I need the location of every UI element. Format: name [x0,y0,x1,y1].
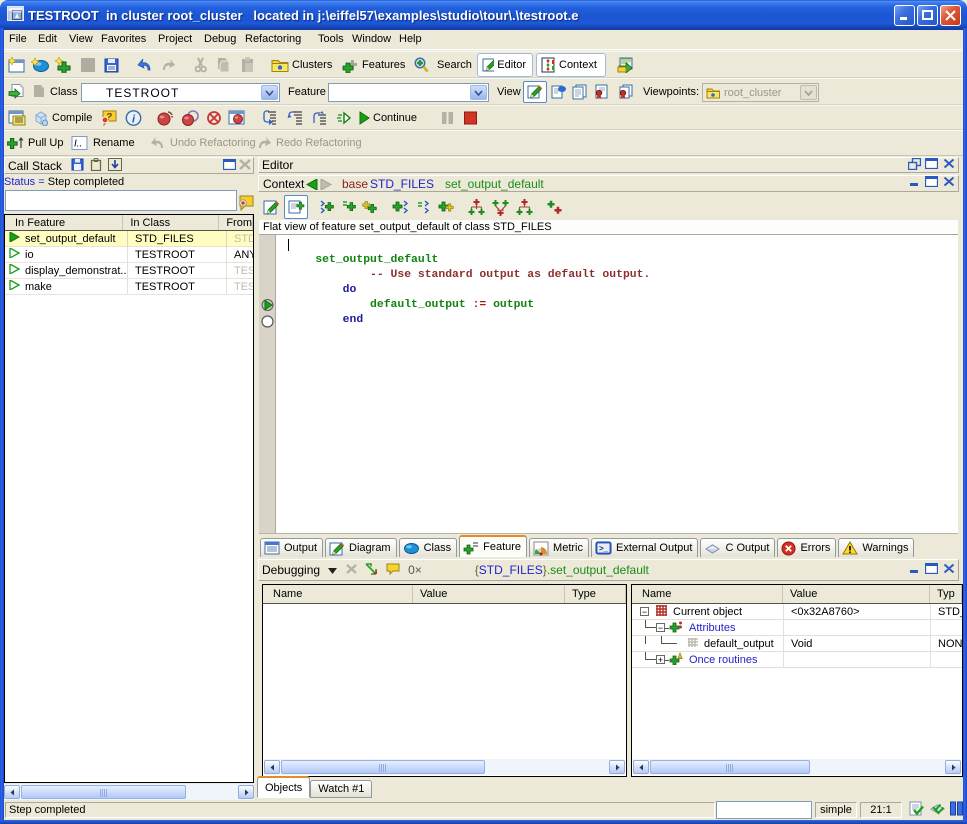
svg-text:>_: >_ [599,544,609,553]
svg-text:I..: I.. [74,139,82,150]
